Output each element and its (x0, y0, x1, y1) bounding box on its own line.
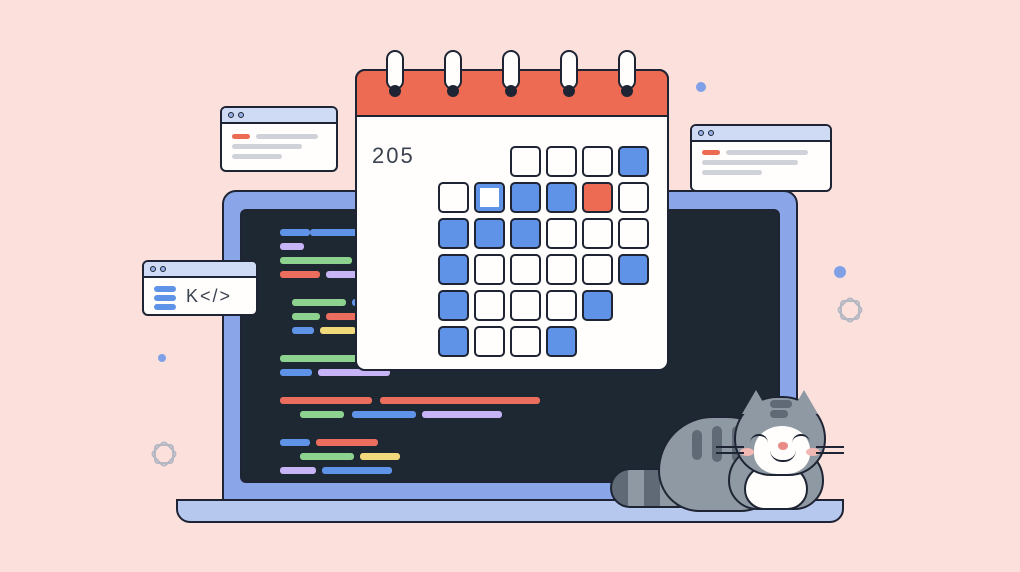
calendar-cell (618, 218, 649, 249)
calendar-cell (510, 182, 541, 213)
calendar-binder (502, 50, 520, 90)
calendar-cell (438, 182, 469, 213)
calendar-cell (618, 146, 649, 177)
browser-window (220, 106, 338, 172)
binder-hole (563, 85, 575, 97)
calendar-cell (474, 218, 505, 249)
cat-ear (742, 390, 770, 414)
dot-icon (158, 354, 166, 362)
cat-ear (790, 390, 818, 414)
calendar-cell (582, 290, 613, 321)
cat-nose (778, 442, 788, 450)
sparkle-icon (154, 444, 174, 464)
calendar-cell (546, 254, 577, 285)
calendar-cell (438, 218, 469, 249)
binder-hole (447, 85, 459, 97)
browser-window (690, 124, 832, 192)
calendar-cell (582, 182, 613, 213)
sparkle-icon (840, 300, 860, 320)
calendar-cell (546, 326, 577, 357)
calendar-cell (618, 254, 649, 285)
calendar-cell (546, 218, 577, 249)
calendar-cell (438, 146, 469, 177)
code-window: K</> (142, 260, 258, 316)
calendar-binder (444, 50, 462, 90)
calendar-cell (546, 146, 577, 177)
calendar-cell (510, 218, 541, 249)
calendar-binder (560, 50, 578, 90)
cat-head (734, 396, 826, 476)
calendar-cell (510, 326, 541, 357)
calendar-cell (546, 182, 577, 213)
calendar-cell (474, 146, 505, 177)
calendar-cell (474, 290, 505, 321)
cat (648, 378, 848, 522)
binder-hole (389, 85, 401, 97)
cat-eye (792, 434, 810, 444)
calendar-grid (438, 146, 654, 357)
calendar-cell (510, 146, 541, 177)
calendar-cell (438, 254, 469, 285)
dot-icon (834, 266, 846, 278)
calendar-label: 205 (372, 143, 415, 169)
calendar-binder (618, 50, 636, 90)
calendar-cell (582, 254, 613, 285)
calendar-cell (474, 326, 505, 357)
calendar-cell (618, 182, 649, 213)
calendar-cell (438, 290, 469, 321)
calendar-cell (510, 254, 541, 285)
binder-hole (505, 85, 517, 97)
calendar-cell (582, 326, 613, 357)
calendar-cell (474, 182, 505, 213)
dot-icon (696, 82, 706, 92)
illustration: 205 K</> (0, 0, 1020, 572)
calendar-cell (438, 326, 469, 357)
calendar-cell (582, 218, 613, 249)
calendar-cell (474, 254, 505, 285)
code-text: K</> (186, 286, 232, 307)
calendar-cell (618, 290, 649, 321)
calendar-cell (618, 326, 649, 357)
calendar-cell (546, 290, 577, 321)
calendar-binder (386, 50, 404, 90)
calendar-cell (510, 290, 541, 321)
binder-hole (621, 85, 633, 97)
calendar-cell (582, 146, 613, 177)
